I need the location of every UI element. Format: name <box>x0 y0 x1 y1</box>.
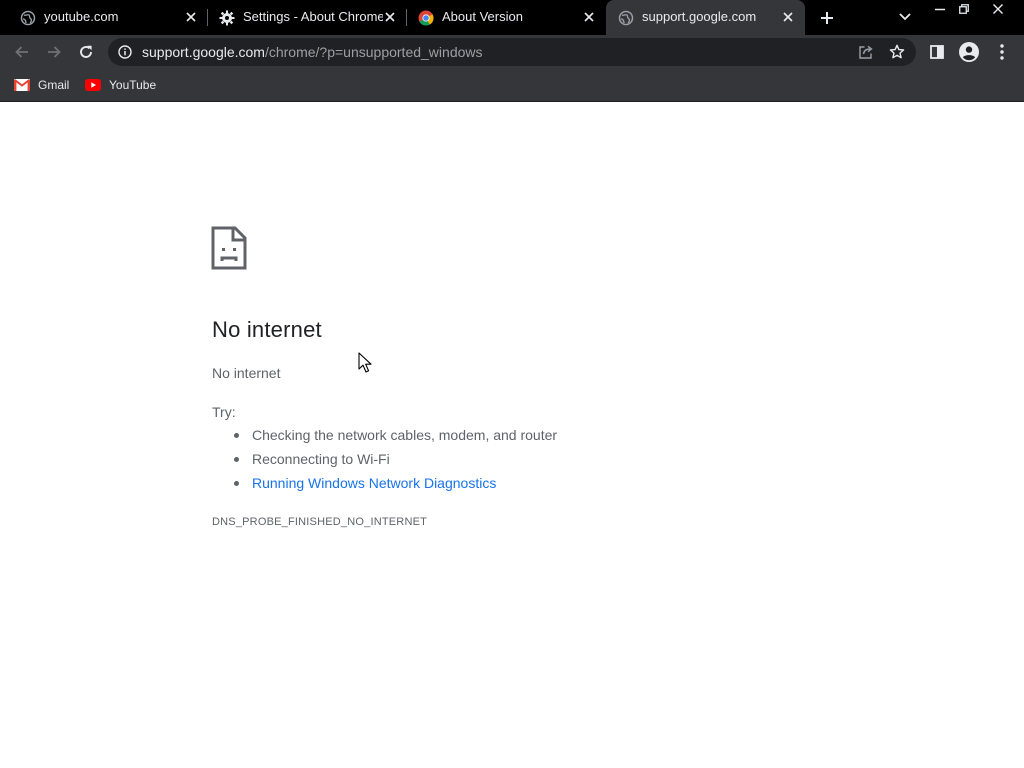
close-icon <box>993 3 1003 14</box>
tab-about-version[interactable]: About Version <box>406 0 606 35</box>
tab-support-google[interactable]: support.google.com <box>606 0 805 35</box>
forward-button[interactable] <box>41 39 67 65</box>
close-icon[interactable] <box>182 8 200 26</box>
arrow-left-icon <box>15 46 28 58</box>
close-window-button[interactable] <box>984 0 1012 17</box>
chevron-down-icon <box>899 13 911 21</box>
url-path: /chrome/?p=unsupported_windows <box>264 44 483 60</box>
tab-settings[interactable]: Settings - About Chrome <box>207 0 407 35</box>
network-diagnostics-link[interactable]: Running Windows Network Diagnostics <box>232 474 557 498</box>
bookmark-label: YouTube <box>109 78 157 92</box>
new-tab-button[interactable] <box>815 6 839 30</box>
gmail-icon <box>14 77 30 93</box>
mouse-cursor-icon <box>358 352 372 373</box>
error-subtitle: No internet <box>212 365 281 381</box>
more-vert-icon <box>1000 44 1004 60</box>
globe-icon <box>618 10 634 26</box>
side-panel-icon <box>930 45 944 59</box>
close-icon[interactable] <box>381 8 399 26</box>
sad-page-icon <box>211 226 247 270</box>
tab-search-button[interactable] <box>895 7 915 27</box>
suggestions-list: Checking the network cables, modem, and … <box>232 426 557 498</box>
close-icon[interactable] <box>779 8 797 26</box>
bookmark-star-icon[interactable] <box>888 43 906 61</box>
bookmark-label: Gmail <box>38 78 70 92</box>
side-panel-button[interactable] <box>924 39 950 65</box>
youtube-icon <box>85 77 101 93</box>
url-host: support.google.com <box>142 44 265 60</box>
tab-title: About Version <box>442 9 523 24</box>
restore-icon <box>959 3 969 14</box>
bookmark-gmail[interactable]: Gmail <box>14 75 69 95</box>
globe-icon <box>20 10 36 26</box>
tab-title: Settings - About Chrome <box>243 9 383 24</box>
close-icon[interactable] <box>580 8 598 26</box>
url-text[interactable]: support.google.com/chrome/?p=unsupported… <box>142 44 483 60</box>
gear-icon <box>219 10 235 26</box>
error-code: DNS_PROBE_FINISHED_NO_INTERNET <box>212 516 428 528</box>
tab-title: youtube.com <box>44 9 119 24</box>
chrome-logo-icon <box>418 10 434 26</box>
tab-strip: youtube.com Settings - About Chrome Abou… <box>0 0 1024 35</box>
tab-youtube[interactable]: youtube.com <box>8 0 208 35</box>
try-label: Try: <box>212 404 236 420</box>
menu-button[interactable] <box>989 39 1015 65</box>
suggestion-item: Checking the network cables, modem, and … <box>232 426 557 450</box>
reload-button[interactable] <box>73 39 99 65</box>
error-title: No internet <box>212 317 322 342</box>
share-icon[interactable] <box>857 43 875 61</box>
reload-icon <box>80 45 92 58</box>
bookmarks-bar: Gmail YouTube <box>0 69 1024 102</box>
suggestion-item: Reconnecting to Wi-Fi <box>232 450 557 474</box>
tab-title: support.google.com <box>642 9 757 24</box>
page-content: No internet No internet Try: Checking th… <box>0 103 1024 768</box>
avatar-icon <box>959 42 979 62</box>
address-bar[interactable]: support.google.com/chrome/?p=unsupported… <box>108 38 916 66</box>
toolbar: support.google.com/chrome/?p=unsupported… <box>0 35 1024 69</box>
arrow-right-icon <box>48 46 61 58</box>
info-icon[interactable] <box>117 44 133 60</box>
plus-icon <box>821 12 833 24</box>
restore-button[interactable] <box>950 0 978 17</box>
back-button[interactable] <box>9 39 35 65</box>
profile-button[interactable] <box>956 39 982 65</box>
minimize-icon <box>935 8 945 10</box>
bookmark-youtube[interactable]: YouTube <box>85 75 156 95</box>
